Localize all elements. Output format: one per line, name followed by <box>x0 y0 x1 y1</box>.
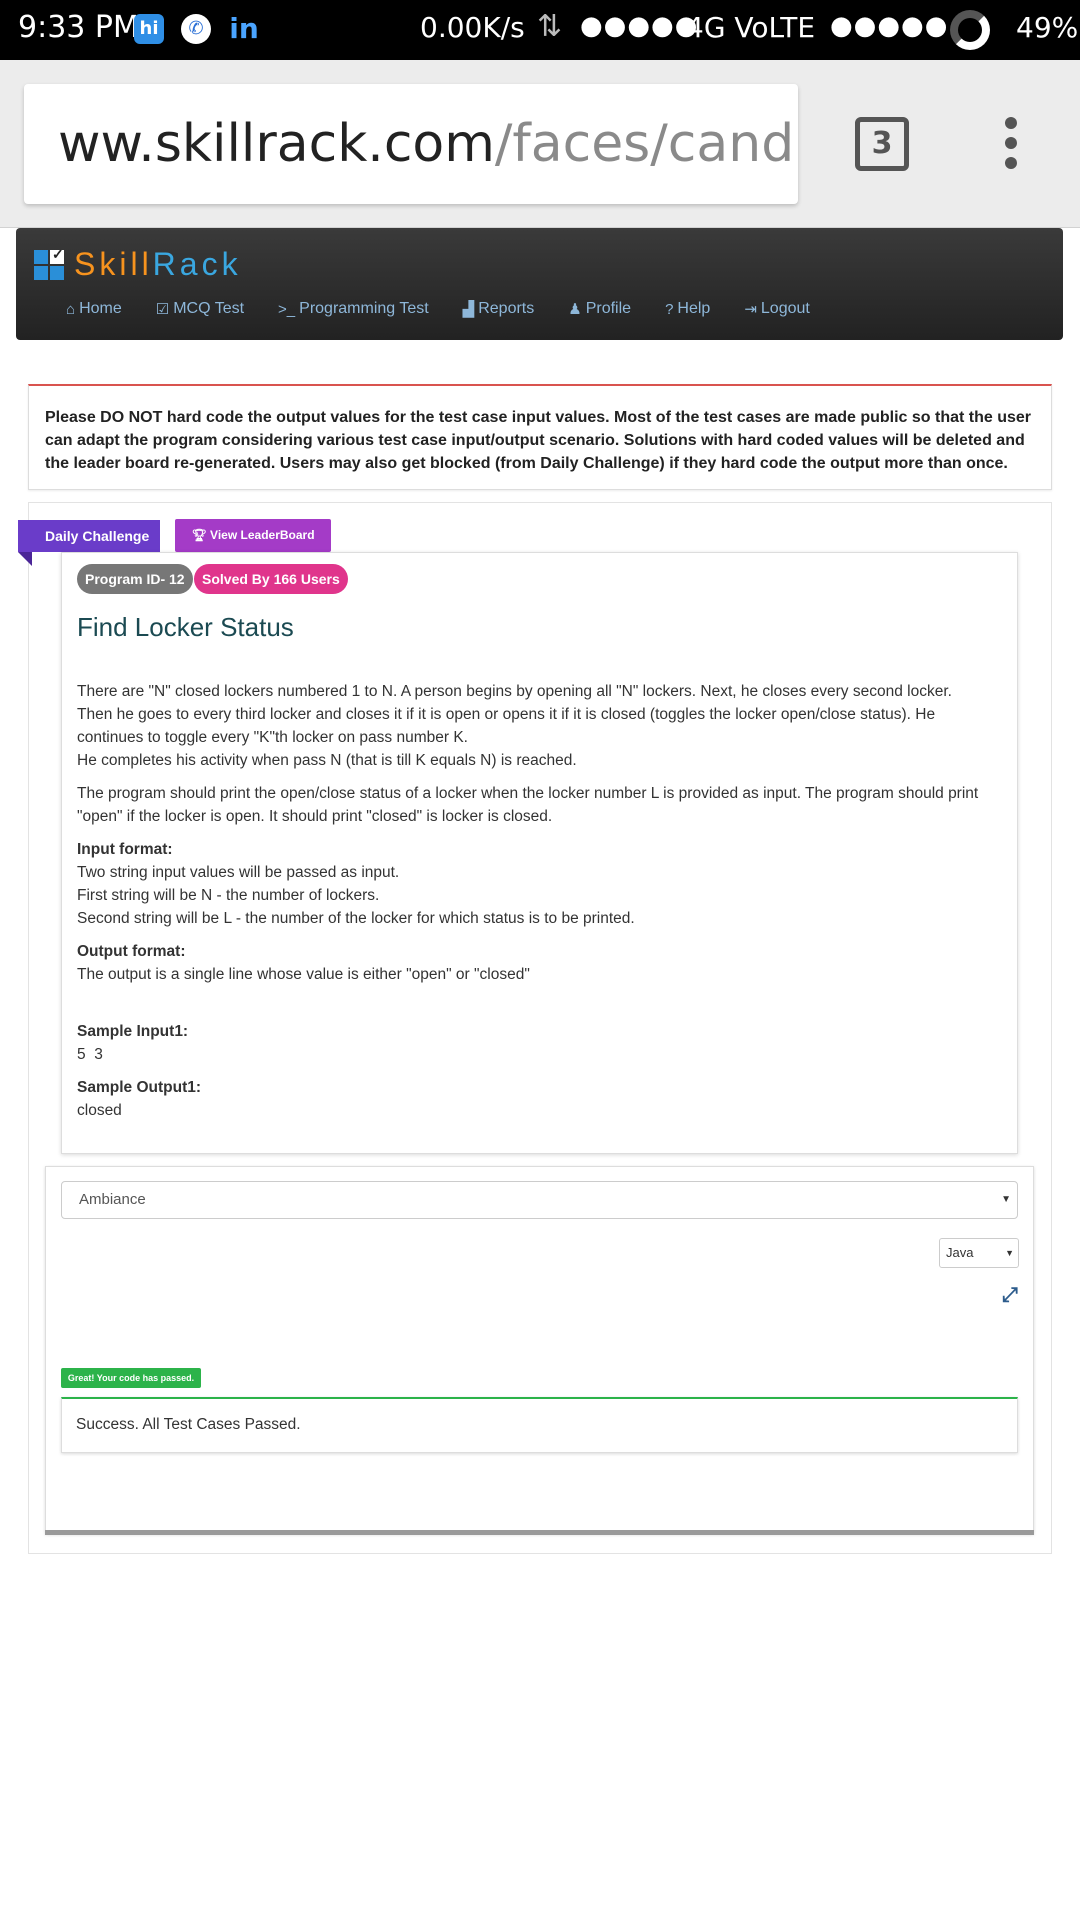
output-format-label: Output format: <box>77 943 186 960</box>
battery-ring-icon <box>950 10 990 50</box>
chevron-down-icon: ▼ <box>1001 1194 1011 1205</box>
logout-icon: ⇥ <box>744 301 757 318</box>
signal-strength-icon: ●●●●● <box>580 11 699 41</box>
output-format-section: Output format: The output is a single li… <box>77 943 530 983</box>
sample-output-label: Sample Output1: <box>77 1079 202 1096</box>
terminal-icon: >_ <box>278 300 296 318</box>
editor-bottom-border <box>45 1530 1034 1535</box>
data-transfer-icon: ⇅ <box>537 9 563 44</box>
site-navbar: ✓ SkillRack ⌂ Home ☑ MCQ Test >_ Programmin… <box>16 228 1063 340</box>
chevron-down-icon: ▼ <box>1005 1248 1014 1258</box>
question-circle-icon: ? <box>665 300 674 318</box>
check-square-icon: ☑ <box>155 301 170 318</box>
nav-home[interactable]: ⌂ Home <box>66 300 122 318</box>
daily-challenge-ribbon: Daily Challenge <box>18 520 160 552</box>
code-passed-badge: Great! Your code has passed. <box>61 1368 201 1388</box>
hike-app-icon: hi <box>134 14 164 44</box>
test-result-box: Success. All Test Cases Passed. <box>61 1397 1018 1453</box>
logo-squares-icon: ✓ <box>34 246 66 282</box>
status-bar: 9:33 PM hi ✆ in 0.00K/s ⇅ ●●●●● 4G VoLTE… <box>0 0 1080 60</box>
nav-profile[interactable]: ♟ Profile <box>568 300 631 318</box>
network-type: 4G VoLTE <box>686 11 816 44</box>
problem-description: There are "N" closed lockers numbered 1 … <box>77 680 1002 1132</box>
input-format-label: Input format: <box>77 841 173 858</box>
sample-input-value: 5 3 <box>77 1046 103 1063</box>
overflow-menu-icon[interactable] <box>1000 117 1022 173</box>
nav-mcq-test[interactable]: ☑ MCQ Test <box>156 300 244 318</box>
logo-text: SkillRack <box>74 246 242 282</box>
phone-app-icon: ✆ <box>181 14 211 44</box>
view-leaderboard-button[interactable]: 🏆︎ View LeaderBoard <box>175 519 331 552</box>
nav-programming-test[interactable]: >_ Programming Test <box>278 300 429 318</box>
linkedin-icon: in <box>229 12 259 45</box>
home-icon: ⌂ <box>66 300 76 318</box>
program-id-badge: Program ID- 12 <box>77 564 193 594</box>
sample-input-label: Sample Input1: <box>77 1023 189 1040</box>
user-icon: ♟ <box>568 301 582 318</box>
url-path: /faces/candida <box>494 114 798 174</box>
fullscreen-expand-icon[interactable]: ⤢ <box>999 1284 1021 1306</box>
nav-help[interactable]: ? Help <box>665 300 710 318</box>
code-editor-panel <box>45 1166 1034 1534</box>
status-time: 9:33 PM <box>18 10 139 45</box>
problem-title: Find Locker Status <box>77 612 294 642</box>
signal-strength-icon-2: ●●●●● <box>830 11 949 41</box>
ribbon-fold <box>18 552 32 566</box>
sample-output-value: closed <box>77 1102 122 1119</box>
solved-by-badge: Solved By 166 Users <box>194 564 348 594</box>
language-select[interactable]: Java ▼ <box>939 1238 1019 1268</box>
editor-theme-select[interactable]: Ambiance ▼ <box>61 1181 1018 1219</box>
description-paragraph: There are "N" closed lockers numbered 1 … <box>77 683 952 769</box>
sample-output-section: Sample Output1: closed <box>77 1076 1002 1122</box>
browser-toolbar: ww.skillrack.com/faces/candida 3 <box>0 60 1080 228</box>
hardcode-warning-notice: Please DO NOT hard code the output value… <box>28 384 1052 490</box>
nav-reports[interactable]: ▟ Reports <box>463 300 535 318</box>
network-speed: 0.00K/s <box>420 11 525 44</box>
description-paragraph-2: The program should print the open/close … <box>77 785 979 825</box>
input-format-section: Input format: Two string input values wi… <box>77 841 635 927</box>
signal-bars-icon: ▟ <box>462 301 475 318</box>
tab-switcher-button[interactable]: 3 <box>855 117 909 171</box>
url-host: ww.skillrack.com <box>58 114 495 174</box>
trophy-icon: 🏆︎ <box>191 528 211 542</box>
battery-level: 49% <box>1016 11 1079 44</box>
nav-logout[interactable]: ⇥ Logout <box>744 300 810 318</box>
url-text: ww.skillrack.com/faces/candida <box>58 114 798 174</box>
sample-input-section: Sample Input1: 5 3 <box>77 1020 1002 1066</box>
url-bar[interactable]: ww.skillrack.com/faces/candida <box>24 84 798 204</box>
nav-menu: ⌂ Home ☑ MCQ Test >_ Programming Test ▟ Repo… <box>66 300 844 318</box>
